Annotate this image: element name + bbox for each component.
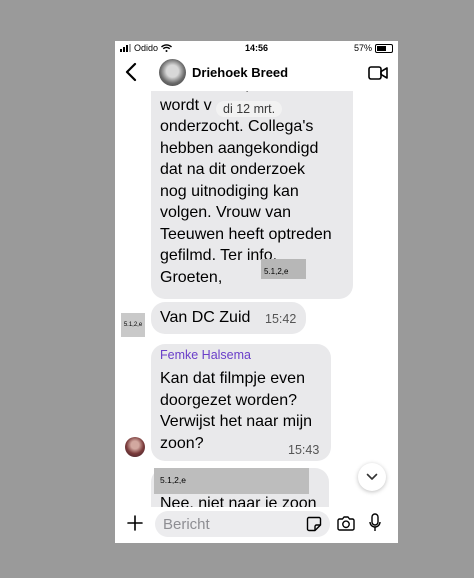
group-avatar[interactable] — [159, 59, 186, 86]
back-chevron-icon[interactable] — [121, 61, 143, 83]
sender-name[interactable]: Femke Halsema — [160, 347, 251, 363]
redaction-block: 5.1,2,e — [261, 259, 306, 279]
message-bubble[interactable]: luchtdrukwapen maar wordt v onderzocht. … — [151, 91, 353, 299]
message-input[interactable]: Bericht — [155, 511, 330, 537]
message-text: Nee, niet naar je zoon — [160, 495, 317, 507]
chat-title[interactable]: Driehoek Breed — [192, 65, 288, 80]
phone-screen: Odido 14:56 57% Driehoek Breed luchtdruk… — [115, 41, 398, 543]
camera-icon[interactable] — [337, 515, 355, 531]
chat-header: Driehoek Breed — [115, 55, 398, 91]
message-time: 15:43 — [288, 443, 320, 457]
sender-avatar[interactable] — [125, 437, 145, 457]
message-time: 15:42 — [265, 312, 297, 326]
message-text: Van DC Zuid — [160, 309, 251, 326]
video-call-icon[interactable] — [368, 65, 388, 81]
composer-bar: Bericht — [115, 507, 398, 543]
scroll-down-icon — [366, 473, 378, 480]
input-placeholder: Bericht — [163, 516, 210, 533]
message-bubble[interactable]: Femke Halsema Kan dat filmpje even doorg… — [151, 344, 331, 461]
battery-icon — [375, 43, 393, 53]
battery: 57% — [354, 43, 393, 53]
message-bubble[interactable]: 5.1,2,e Nee, niet naar je zoon — [151, 468, 329, 507]
microphone-icon[interactable] — [369, 513, 381, 533]
sticker-icon[interactable] — [306, 516, 322, 532]
date-separator: di 12 mrt. — [216, 101, 283, 117]
plus-icon[interactable] — [127, 515, 143, 531]
redaction-block: 5.1,2,e — [154, 468, 309, 494]
message-text: Kan dat filmpje even doorgezet worden? V… — [160, 370, 313, 452]
scroll-down-button[interactable] — [358, 463, 386, 491]
message-bubble[interactable]: Van DC Zuid 15:42 — [151, 302, 306, 334]
battery-percent: 57% — [353, 43, 372, 53]
redacted-avatar: 5.1,2,e — [121, 313, 145, 337]
status-bar: Odido 14:56 57% — [115, 41, 398, 55]
message-list[interactable]: luchtdrukwapen maar wordt v onderzocht. … — [115, 91, 398, 507]
